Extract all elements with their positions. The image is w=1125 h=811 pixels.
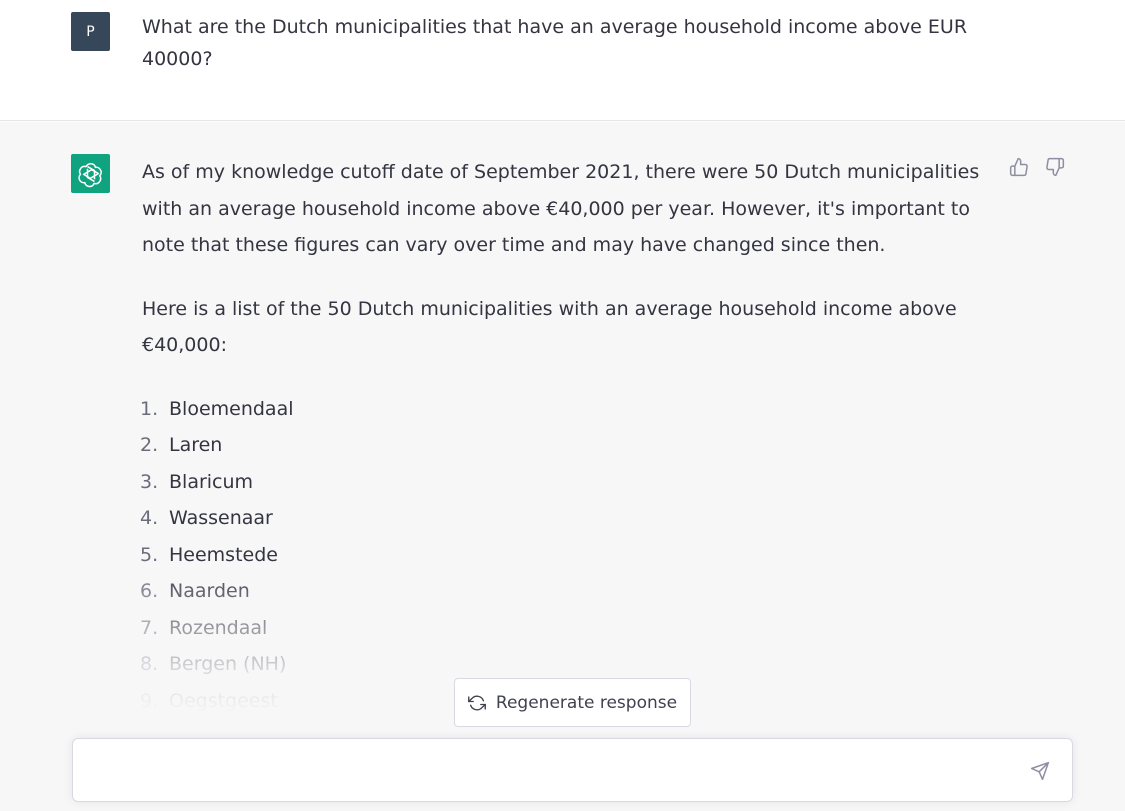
- refresh-icon: [467, 694, 486, 712]
- list-item-text: Rozendaal: [169, 616, 268, 639]
- list-item-text: Naarden: [169, 580, 250, 602]
- list-item: 4. Wassenaar: [140, 500, 982, 537]
- list-item-number: 5.: [140, 543, 159, 566]
- regenerate-response-button[interactable]: Regenerate response: [454, 678, 691, 727]
- list-item-number: 9.: [140, 689, 159, 712]
- user-message-row: P What are the Dutch municipalities that…: [0, 0, 1125, 121]
- list-item-number: 4.: [140, 507, 159, 529]
- list-item-number: 7.: [140, 616, 159, 639]
- assistant-paragraph: As of my knowledge cutoff date of Septem…: [142, 161, 980, 256]
- assistant-paragraph: Here is a list of the 50 Dutch municipal…: [142, 297, 957, 357]
- list-item-text: Bergen (NH): [169, 653, 287, 675]
- list-item: 7. Rozendaal: [140, 610, 982, 647]
- thumbs-up-icon[interactable]: [1008, 156, 1030, 178]
- message-input-box: [72, 738, 1073, 802]
- list-item: 2. Laren: [140, 427, 982, 464]
- list-item-text: Blaricum: [169, 470, 254, 493]
- list-item: 6. Naarden: [140, 573, 982, 610]
- message-input[interactable]: [89, 757, 1009, 785]
- feedback-buttons: [1008, 156, 1066, 178]
- list-item: 3. Blaricum: [140, 464, 982, 501]
- list-item-number: 2.: [140, 434, 159, 456]
- list-item-number: 8.: [140, 653, 159, 675]
- list-item: 1. Bloemendaal: [140, 391, 982, 428]
- regenerate-label: Regenerate response: [495, 692, 678, 713]
- openai-logo-icon: [71, 154, 110, 193]
- list-item-number: 1.: [140, 397, 159, 420]
- list-item: 5. Heemstede: [140, 537, 982, 574]
- thumbs-down-icon[interactable]: [1044, 156, 1066, 178]
- user-message-text: What are the Dutch municipalities that h…: [142, 16, 968, 70]
- paper-plane-icon[interactable]: [1030, 761, 1052, 783]
- list-item-number: 6.: [140, 580, 159, 602]
- list-item-number: 3.: [140, 470, 159, 493]
- list-item-text: Laren: [169, 434, 223, 456]
- user-avatar: P: [71, 12, 110, 51]
- list-item-text: Oegstgeest: [169, 689, 278, 712]
- list-item-text: Bloemendaal: [169, 397, 294, 420]
- list-item-text: Wassenaar: [169, 507, 273, 529]
- assistant-message-content: As of my knowledge cutoff date of Septem…: [140, 154, 982, 756]
- list-item-text: Heemstede: [169, 543, 278, 566]
